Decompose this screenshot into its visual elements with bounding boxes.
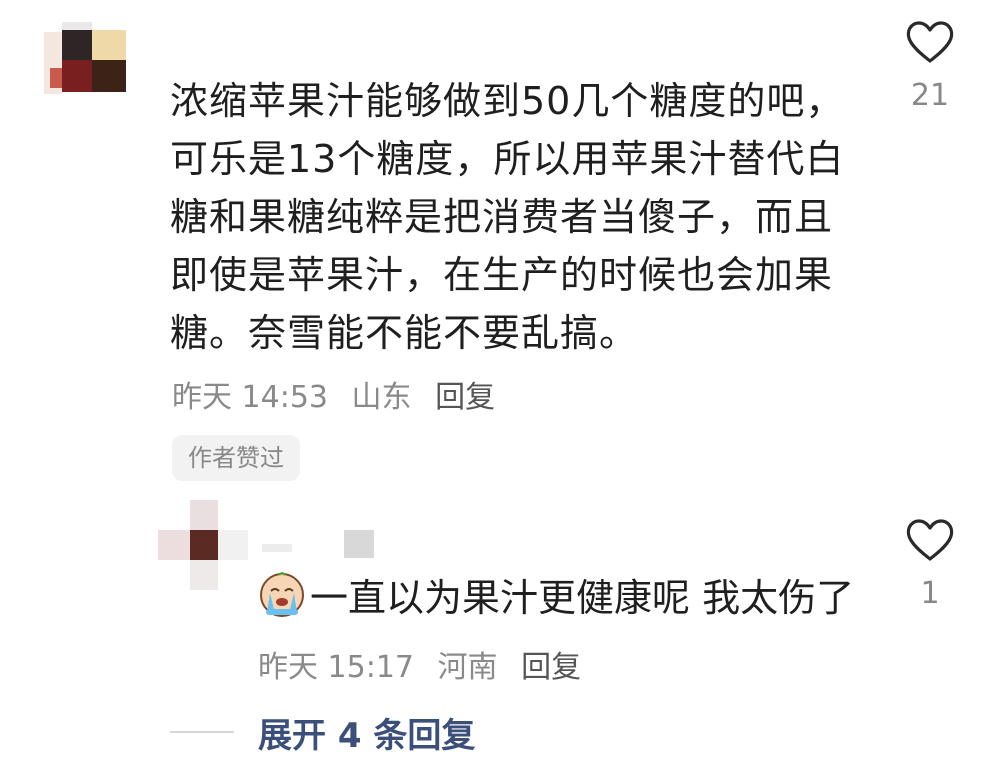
comment-line: 糖。奈雪能不能不要乱搞。 (170, 311, 639, 355)
reply-like-button[interactable]: 1 (890, 518, 970, 611)
reply-text: 一直以为果汁更健康呢 我太伤了 (310, 576, 855, 620)
reply-body: 一直以为果汁更健康呢 我太伤了 (258, 570, 854, 626)
expand-replies-row[interactable]: 展开 4 条回复 (170, 708, 475, 757)
comment-reply-button[interactable]: 回复 (435, 380, 495, 415)
author-liked-badge: 作者赞过 (172, 435, 300, 481)
expand-replies-button[interactable]: 展开 4 条回复 (258, 708, 475, 757)
comment-body: 浓缩苹果汁能够做到50几个糖度的吧， 可乐是13个糖度，所以用苹果汁替代白 糖和… (170, 72, 850, 362)
heart-outline-icon[interactable] (905, 20, 955, 64)
reply-like-count: 1 (920, 576, 940, 611)
divider-line (170, 731, 234, 733)
reply-location: 河南 (437, 650, 498, 685)
comment-location: 山东 (351, 380, 412, 415)
comment-meta: 昨天 14:53 山东 回复 (172, 372, 509, 416)
commenter-avatar[interactable] (44, 22, 128, 100)
reply-reply-button[interactable]: 回复 (521, 650, 581, 685)
comment-line: 可乐是13个糖度，所以用苹果汁替代白 (170, 137, 845, 181)
reply-time: 昨天 15:17 (258, 650, 414, 685)
comment-like-button[interactable]: 21 (890, 20, 970, 113)
comment-like-count: 21 (910, 78, 950, 113)
replier-avatar[interactable] (158, 500, 248, 590)
crying-face-emoji-icon (260, 572, 304, 617)
reply-meta: 昨天 15:17 河南 回复 (258, 642, 595, 686)
heart-outline-icon[interactable] (905, 518, 955, 562)
comment-line: 浓缩苹果汁能够做到50几个糖度的吧， (170, 79, 845, 123)
comment-line: 即使是苹果汁，在生产的时候也会加果 (170, 253, 834, 297)
comment-line: 糖和果糖纯粹是把消费者当傻子，而且 (170, 195, 834, 239)
replier-username[interactable] (262, 530, 378, 562)
comment-time: 昨天 14:53 (172, 380, 328, 415)
